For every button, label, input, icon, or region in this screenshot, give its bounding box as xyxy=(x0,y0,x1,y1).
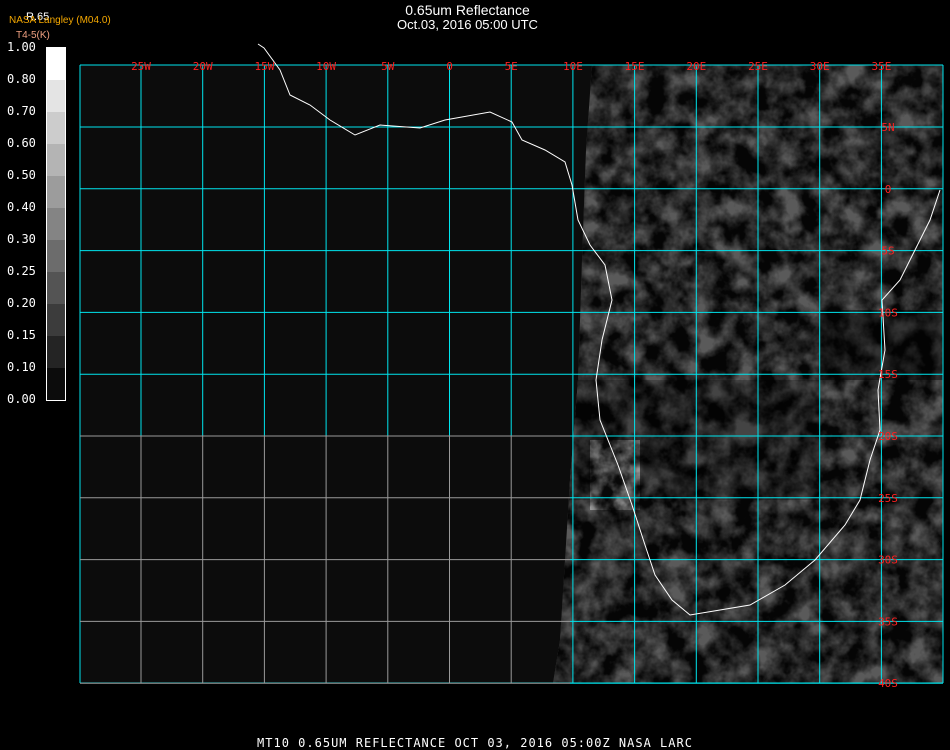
latitude-label: 15S xyxy=(878,368,898,381)
latitude-label: 0 xyxy=(885,183,892,196)
longitude-label: 25E xyxy=(748,60,768,73)
footer-caption: MT10 0.65UM REFLECTANCE OCT 03, 2016 05:… xyxy=(257,736,693,750)
longitude-label: 35E xyxy=(871,60,891,73)
latitude-label: 5S xyxy=(881,245,894,258)
latitude-label: 20S xyxy=(878,430,898,443)
longitude-label: 20E xyxy=(686,60,706,73)
latitude-label: 25S xyxy=(878,492,898,505)
satellite-map: 25W 20W 15W 10W 5W 0 5E 10E 15E 20E 25E 30E 35E 5N 0 5S… xyxy=(79,43,944,690)
latitude-label: 10S xyxy=(878,306,898,319)
latitude-label: 35S xyxy=(878,615,898,628)
longitude-label: 0 xyxy=(446,60,453,73)
latitude-label: 40S xyxy=(878,677,898,690)
latitude-label: 30S xyxy=(878,554,898,567)
longitude-label: 15W xyxy=(254,60,274,73)
longitude-label: 25W xyxy=(131,60,151,73)
latitude-label: 5N xyxy=(881,121,894,134)
longitude-label: 10W xyxy=(316,60,336,73)
longitude-label: 30E xyxy=(810,60,830,73)
longitude-label: 15E xyxy=(625,60,645,73)
longitude-label: 5E xyxy=(505,60,518,73)
longitude-label: 10E xyxy=(563,60,583,73)
longitude-label: 20W xyxy=(193,60,213,73)
longitude-label: 5W xyxy=(381,60,395,73)
